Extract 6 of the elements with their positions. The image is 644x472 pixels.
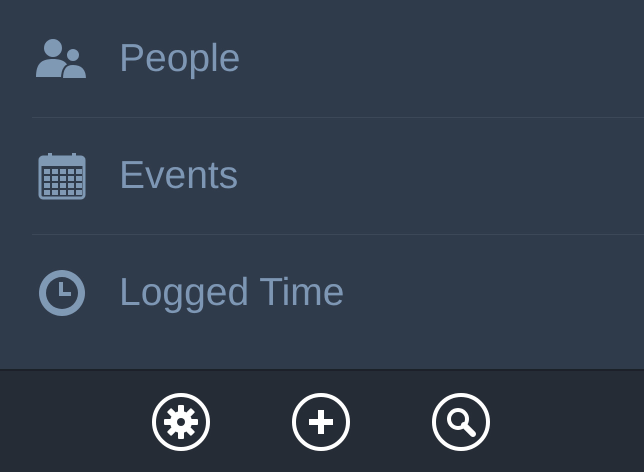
menu-label: Logged Time	[119, 271, 344, 315]
menu-label: People	[119, 36, 240, 80]
menu-item[interactable]: Logged Time	[32, 234, 644, 351]
menu-item[interactable]: People	[0, 0, 644, 117]
menu-item[interactable]: Events	[32, 117, 644, 234]
menu-label: Events	[119, 154, 238, 198]
